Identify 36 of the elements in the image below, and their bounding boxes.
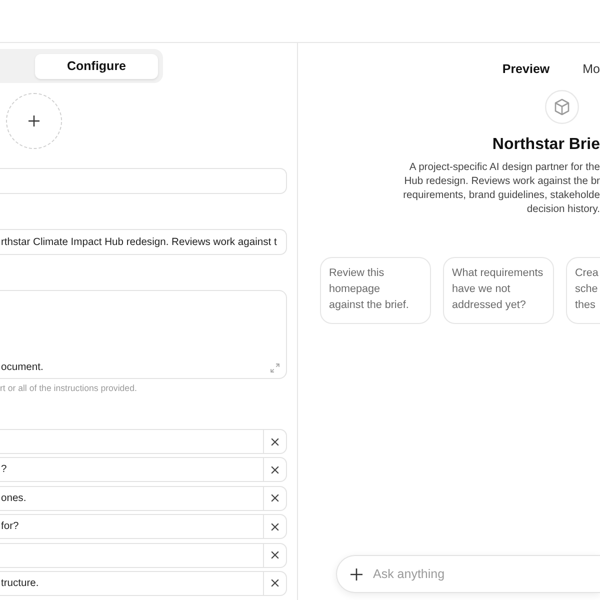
remove-button[interactable] (263, 542, 287, 568)
remove-button[interactable] (263, 514, 287, 540)
cube-icon (545, 90, 579, 124)
close-icon (271, 551, 279, 560)
hint-text: rt or all of the instructions provided. (0, 383, 137, 394)
instructions-field[interactable]: ocument. (0, 290, 287, 379)
message-field[interactable]: Ask anything (373, 567, 600, 581)
close-icon (271, 466, 279, 474)
text-field[interactable] (0, 168, 287, 194)
close-icon (271, 522, 279, 531)
suggestion-card[interactable]: Crea sche thes (566, 257, 600, 324)
add-button[interactable] (350, 568, 363, 580)
chat-input-field[interactable]: Ask anything (336, 555, 600, 593)
starter-field[interactable] (0, 429, 263, 454)
suggestion-card[interactable]: What requirements have we not addressed yet? (443, 257, 554, 324)
tab[interactable]: Mo (582, 61, 600, 77)
remove-button[interactable] (263, 570, 287, 596)
agent-description: A project-specific AI design partner for the Hub redesign. Reviews work against the br requirements, brand guidelines, stakeholde decision history. (403, 161, 600, 217)
starter-field[interactable]: ? (0, 457, 263, 482)
remove-button[interactable] (263, 429, 287, 454)
tab[interactable]: Configure (35, 54, 158, 79)
starter-field[interactable]: ones. (0, 486, 263, 511)
close-icon (271, 438, 279, 446)
plus-icon (350, 568, 363, 580)
starter-field[interactable] (0, 542, 263, 568)
starter-field[interactable]: for? (0, 514, 263, 540)
close-icon (271, 494, 279, 502)
remove-button[interactable] (263, 486, 287, 511)
plus-icon (28, 115, 40, 127)
remove-button[interactable] (263, 457, 287, 482)
text-field[interactable]: rthstar Climate Impact Hub redesign. Reviews work against t (0, 229, 287, 255)
starter-field[interactable]: tructure. (0, 570, 263, 596)
agent-title: Northstar Brie (492, 135, 600, 155)
close-icon (271, 579, 279, 588)
suggestion-card[interactable]: Review this homepage against the brief. (320, 257, 431, 324)
tab[interactable]: Preview (502, 61, 550, 77)
